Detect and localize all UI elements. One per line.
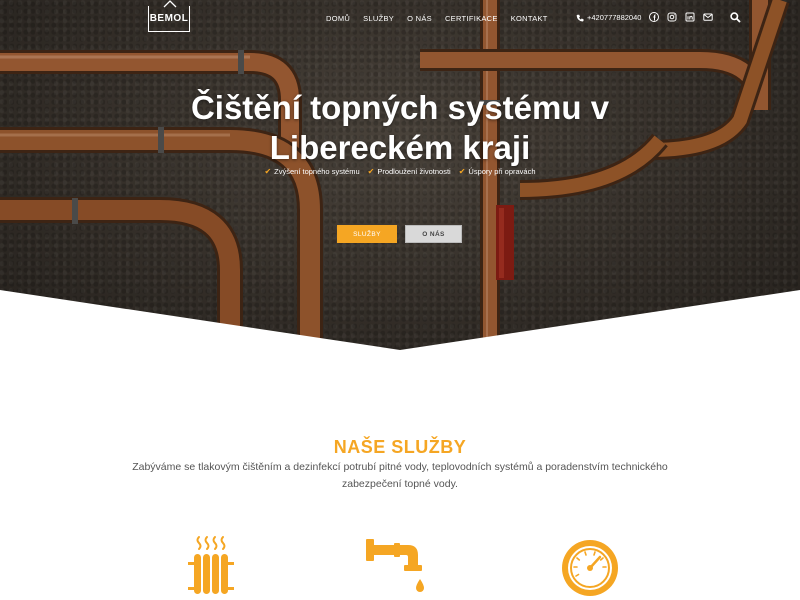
benefit-item: ✔ Úspory při opravách xyxy=(459,167,536,176)
benefit-label: Zvýšení topného systému xyxy=(274,167,360,176)
services-button[interactable]: SLUŽBY xyxy=(337,225,397,243)
menu-item-home[interactable]: DOMŮ xyxy=(326,14,350,23)
hero-title-line-1: Čištění topných systému v xyxy=(190,89,610,126)
checkmark-icon: ✔ xyxy=(264,167,272,176)
bemol-logo[interactable]: BEMOL xyxy=(148,0,190,32)
linkedin-icon[interactable] xyxy=(685,12,695,22)
benefit-item: ✔ Prodloužení životnosti xyxy=(368,167,451,176)
menu-item-contact[interactable]: KONTAKT xyxy=(511,14,548,23)
hero-benefits: ✔ Zvýšení topného systému ✔ Prodloužení … xyxy=(0,167,800,176)
instagram-icon[interactable] xyxy=(667,12,677,22)
pressure-gauge-icon xyxy=(562,540,618,596)
menu-item-services[interactable]: SLUŽBY xyxy=(363,14,394,23)
services-heading: NAŠE SLUŽBY xyxy=(333,437,467,457)
benefit-item: ✔ Zvýšení topného systému xyxy=(264,167,359,176)
hero-title: Čištění topných systému v Libereckém kra… xyxy=(150,88,650,168)
phone-number: +420777882040 xyxy=(587,13,642,22)
facebook-icon[interactable] xyxy=(649,12,659,22)
hero-title-line-2: Libereckém kraji xyxy=(269,129,531,166)
search-icon[interactable] xyxy=(730,12,741,23)
checkmark-icon: ✔ xyxy=(458,167,466,176)
house-roof-icon xyxy=(163,0,177,8)
phone-icon xyxy=(576,14,584,21)
checkmark-icon: ✔ xyxy=(367,167,375,176)
social-links xyxy=(649,12,713,22)
top-navigation: BEMOL DOMŮ SLUŽBY O NÁS CERTIFIKACE KONT… xyxy=(0,0,800,38)
menu-item-certification[interactable]: CERTIFIKACE xyxy=(445,14,498,23)
phone-link[interactable]: +420777882040 xyxy=(576,13,641,22)
about-button[interactable]: O NÁS xyxy=(405,225,462,243)
radiator-icon xyxy=(188,536,234,594)
benefit-label: Prodloužení životnosti xyxy=(377,167,451,176)
services-description: Zabýváme se tlakovým čištěním a dezinfek… xyxy=(132,461,668,490)
logo-text: BEMOL xyxy=(149,13,189,24)
faucet-drip-icon xyxy=(366,539,424,592)
email-icon[interactable] xyxy=(703,12,713,22)
benefit-label: Úspory při opravách xyxy=(468,167,536,176)
main-menu: DOMŮ SLUŽBY O NÁS CERTIFIKACE KONTAKT xyxy=(326,14,548,23)
menu-item-about[interactable]: O NÁS xyxy=(407,14,432,23)
